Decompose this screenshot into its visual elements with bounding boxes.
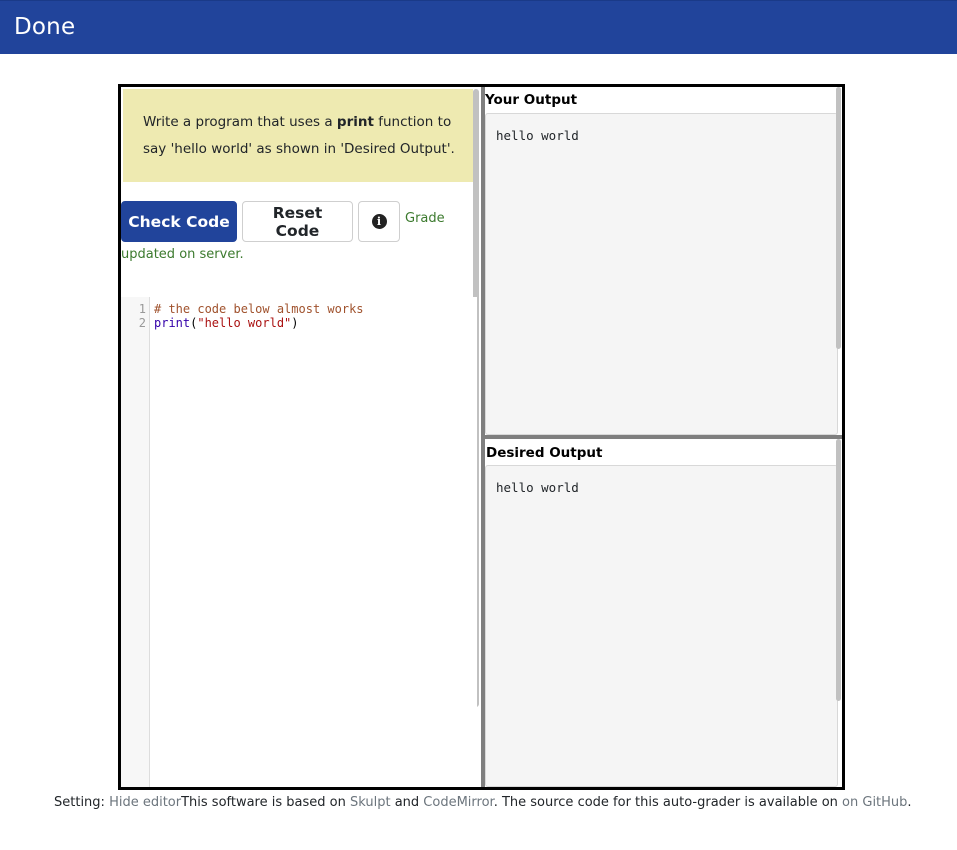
your-output-label: Your Output [485,92,578,108]
your-output-box: hello world [485,113,838,435]
instructions-box: Write a program that uses a print functi… [123,89,473,182]
footer-based-on: This software is based on [181,795,350,810]
editor-column: Write a program that uses a print functi… [121,87,481,787]
skulpt-link[interactable]: Skulpt [350,795,391,810]
page-title: Done [14,14,76,40]
code-comment: # the code below almost works [154,302,364,316]
code-builtin: print [154,316,191,330]
top-bar: Done [0,0,957,54]
grade-status-line-2: updated on server. [121,247,244,262]
desired-output-panel: Desired Output hello world [485,439,842,787]
desired-output-scrollbar[interactable] [836,439,841,701]
grade-status-line-1: Grade [405,211,445,226]
instructions-keyword: print [336,114,374,130]
your-output-panel: Your Output hello world [485,87,842,435]
info-button[interactable]: i [358,201,400,242]
line-number: 1 [138,302,146,316]
desired-output-text: hello world [496,480,579,495]
desired-output-label: Desired Output [486,445,603,461]
hide-editor-link[interactable]: Hide editor [109,795,181,810]
code-line[interactable]: # the code below almost works [154,302,364,316]
line-number: 2 [138,316,146,330]
line-number-gutter: 1 2 [121,297,150,787]
instructions-text-1: Write a program that uses a [143,114,337,130]
footer-source-text: . The source code for this auto-grader i… [493,795,843,810]
footer-period: . [907,795,912,810]
code-editor[interactable]: 1 2 # the code below almost works print(… [121,297,477,787]
footer-and: and [390,795,424,810]
info-circle-icon: i [371,214,387,229]
your-output-scrollbar[interactable] [836,87,841,349]
footer-setting-label: Setting: [54,795,110,810]
desired-output-box: hello world [485,465,838,787]
your-output-text: hello world [496,128,579,143]
code-paren-close: ) [291,316,299,330]
footer: Setting: Hide editorThis software is bas… [54,795,912,810]
check-code-button[interactable]: Check Code [121,201,237,242]
code-string: "hello world" [197,316,292,330]
reset-code-button[interactable]: Reset Code [242,201,353,242]
code-line[interactable]: print("hello world") [154,316,299,330]
grader-frame: Write a program that uses a print functi… [118,84,845,790]
codemirror-link[interactable]: CodeMirror [423,795,493,810]
github-link[interactable]: on GitHub [842,795,907,810]
